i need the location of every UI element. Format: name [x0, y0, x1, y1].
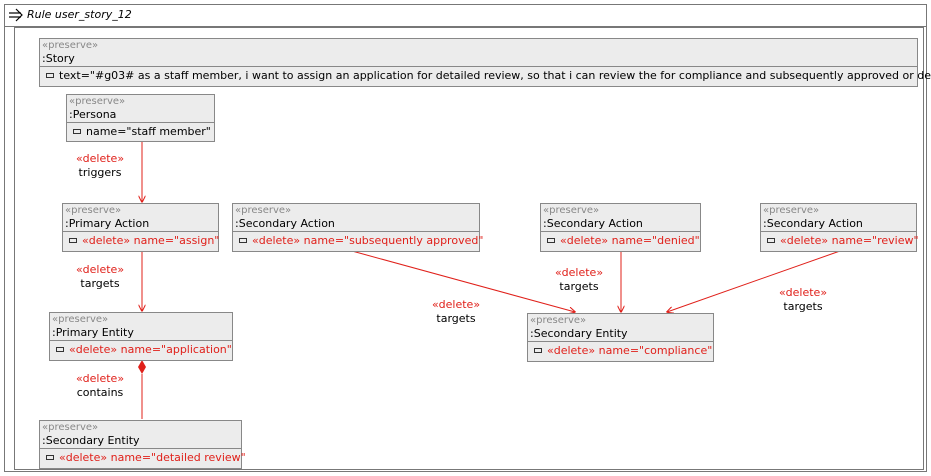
secondary-action-review-node[interactable]: «preserve» :Secondary Action «delete» na… — [760, 203, 919, 252]
secondary-entity-attr: «delete» name="detailed review" — [40, 449, 246, 466]
attribute-icon — [69, 237, 77, 243]
primary-action-stereotype: «preserve» — [65, 205, 122, 216]
story-stereotype: «preserve» — [42, 40, 99, 51]
secondary-action-stereotype: «preserve» — [543, 205, 600, 216]
persona-name: :Persona — [69, 108, 117, 121]
attribute-icon — [239, 237, 247, 243]
primary-action-name: :Primary Action — [65, 217, 150, 230]
rule-header: Rule user_story_12 — [5, 5, 926, 27]
attribute-icon — [547, 237, 555, 243]
primary-entity-stereotype: «preserve» — [52, 314, 109, 325]
secondary-entity-detailed-node[interactable]: «preserve» :Secondary Entity «delete» na… — [39, 420, 246, 469]
secondary-entity-stereotype: «preserve» — [530, 315, 587, 326]
persona-node[interactable]: «preserve» :Persona name="staff member" — [66, 94, 215, 142]
primary-action-attr: «delete» name="assign" — [63, 232, 219, 249]
primary-entity-node[interactable]: «preserve» :Primary Entity «delete» name… — [49, 312, 233, 361]
attribute-icon — [56, 346, 64, 352]
story-node[interactable]: «preserve» :Story text="#g03# as a staff… — [39, 38, 931, 87]
story-name: :Story — [42, 52, 75, 65]
secondary-action-attr: «delete» name="denied" — [541, 232, 700, 249]
story-attr: text="#g03# as a staff member, i want to… — [40, 67, 931, 84]
rule-title: Rule user_story_12 — [27, 8, 132, 21]
primary-action-node[interactable]: «preserve» :Primary Action «delete» name… — [62, 203, 219, 252]
secondary-action-attr: «delete» name="review" — [761, 232, 919, 249]
secondary-entity-compliance-node[interactable]: «preserve» :Secondary Entity «delete» na… — [527, 313, 714, 362]
primary-entity-attr: «delete» name="application" — [50, 341, 232, 358]
secondary-entity-stereotype: «preserve» — [42, 422, 99, 433]
secondary-entity-attr: «delete» name="compliance" — [528, 342, 713, 359]
rule-arrow-icon — [9, 8, 23, 22]
attribute-icon — [767, 237, 775, 243]
edge-label-contains: «delete» contains — [75, 372, 125, 399]
secondary-action-name: :Secondary Action — [543, 217, 643, 230]
edge-label-targets-denied: «delete» targets — [554, 266, 604, 293]
persona-attr: name="staff member" — [67, 123, 214, 140]
secondary-action-approved-node[interactable]: «preserve» :Secondary Action «delete» na… — [232, 203, 483, 252]
secondary-entity-name: :Secondary Entity — [42, 434, 140, 447]
edge-label-targets-approved: «delete» targets — [431, 298, 481, 325]
secondary-action-attr: «delete» name="subsequently approved" — [233, 232, 483, 249]
primary-entity-name: :Primary Entity — [52, 326, 134, 339]
attribute-icon — [73, 128, 81, 134]
edge-label-triggers: «delete» triggers — [75, 152, 125, 179]
edge-label-targets-review: «delete» targets — [778, 286, 828, 313]
secondary-action-denied-node[interactable]: «preserve» :Secondary Action «delete» na… — [540, 203, 701, 252]
edge-label-targets-primary: «delete» targets — [75, 263, 125, 290]
attribute-icon — [46, 72, 54, 78]
secondary-action-stereotype: «preserve» — [235, 205, 292, 216]
attribute-icon — [46, 454, 54, 460]
secondary-entity-name: :Secondary Entity — [530, 327, 628, 340]
secondary-action-name: :Secondary Action — [235, 217, 335, 230]
secondary-action-name: :Secondary Action — [763, 217, 863, 230]
secondary-action-stereotype: «preserve» — [763, 205, 820, 216]
persona-stereotype: «preserve» — [69, 96, 126, 107]
attribute-icon — [534, 347, 542, 353]
